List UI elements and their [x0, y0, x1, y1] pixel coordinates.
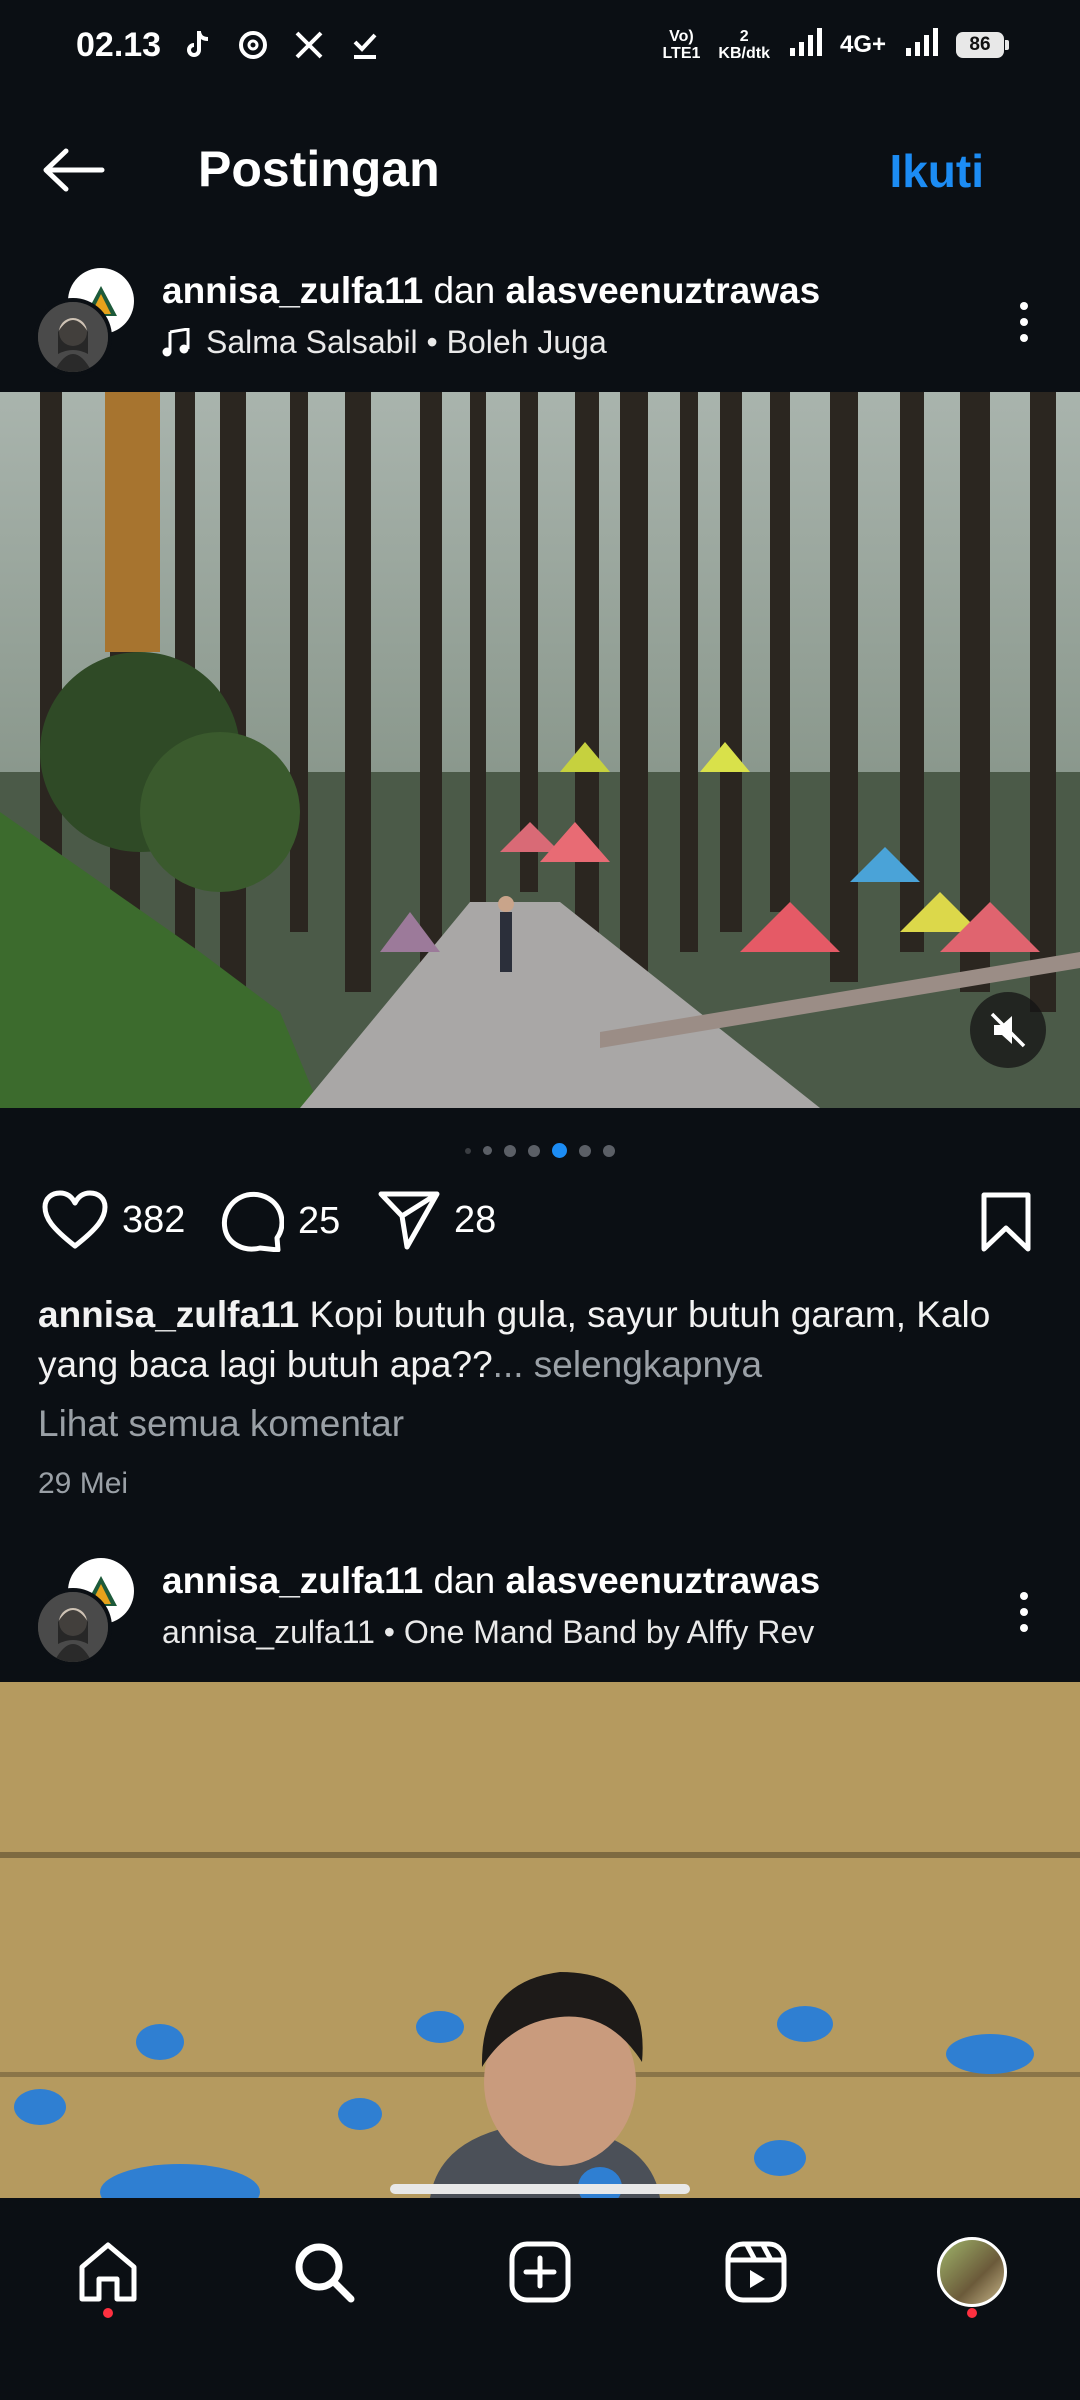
audio-label: annisa_zulfa11 • One Mand Band by Alffy …	[162, 1614, 815, 1650]
carousel-dot	[603, 1144, 615, 1157]
carousel-dot	[528, 1144, 540, 1157]
bookmark-icon	[981, 1192, 1031, 1252]
nav-profile[interactable]	[932, 2232, 1012, 2318]
nav-reels[interactable]	[716, 2232, 796, 2312]
comment-button[interactable]: 25	[220, 1190, 340, 1252]
x-icon	[292, 28, 326, 62]
battery-icon: 86	[956, 32, 1009, 58]
collab-avatars-2[interactable]	[34, 1558, 144, 1668]
carousel-dot	[483, 1146, 492, 1155]
profile-avatar	[937, 2237, 1007, 2307]
post-header-2: annisa_zulfa11 dan alasveenuztrawas anni…	[0, 1558, 1080, 1688]
status-notification-icons	[180, 28, 382, 62]
music-note-icon	[162, 327, 190, 356]
post-image-2[interactable]	[0, 1682, 1080, 2198]
comment-icon	[221, 1191, 284, 1252]
author-username[interactable]: annisa_zulfa11	[162, 1560, 423, 1601]
send-icon	[378, 1191, 440, 1250]
author-username[interactable]: annisa_zulfa11	[162, 270, 423, 311]
speaker-muted-icon	[990, 1012, 1026, 1048]
more-dot	[1020, 318, 1028, 326]
like-button[interactable]: 382	[42, 1190, 185, 1250]
more-dot	[1020, 1592, 1028, 1600]
volte-indicator: Vo) LTE1	[662, 28, 701, 62]
post-authors[interactable]: annisa_zulfa11 dan alasveenuztrawas	[162, 270, 820, 312]
home-icon	[79, 2242, 137, 2302]
network-type: 4G+	[839, 31, 886, 58]
carousel-dot	[579, 1144, 591, 1157]
back-button[interactable]	[42, 140, 112, 200]
mute-button[interactable]	[970, 992, 1046, 1068]
status-bar: 02.13 Vo) LTE1 2 KB/dtk 4G+ 86	[0, 0, 1080, 96]
share-button[interactable]: 28	[378, 1190, 496, 1250]
more-options-button-2[interactable]	[1004, 1582, 1044, 1642]
home-notification-dot	[103, 2308, 113, 2318]
caption-username[interactable]: annisa_zulfa11	[38, 1294, 299, 1335]
post-authors-2[interactable]: annisa_zulfa11 dan alasveenuztrawas	[162, 1560, 820, 1602]
profile-notification-dot	[967, 2308, 977, 2318]
author-joiner: dan	[433, 1560, 496, 1601]
threads-icon	[236, 28, 270, 62]
carousel-dot-active	[552, 1143, 567, 1158]
page-title: Postingan	[198, 141, 440, 197]
download-done-icon	[348, 28, 382, 62]
heart-icon	[42, 1190, 108, 1249]
more-dot	[1020, 334, 1028, 342]
carousel-indicator	[0, 1143, 1080, 1158]
signal-icon-2	[904, 28, 938, 62]
nav-search[interactable]	[284, 2232, 364, 2312]
app-header: Postingan Ikuti	[0, 110, 1080, 230]
like-count: 382	[122, 1198, 186, 1241]
collab-avatars[interactable]	[34, 268, 144, 378]
author-joiner: dan	[433, 270, 496, 311]
search-icon	[295, 2243, 355, 2303]
comment-count: 25	[298, 1199, 341, 1242]
carousel-dot	[465, 1147, 471, 1154]
reels-icon	[725, 2241, 787, 2303]
post-caption: annisa_zulfa11 Kopi butuh gula, sayur bu…	[38, 1290, 1038, 1390]
avatar-user	[34, 298, 112, 376]
create-icon	[509, 2241, 571, 2303]
more-dot	[1020, 1608, 1028, 1616]
post-header: annisa_zulfa11 dan alasveenuztrawas Salm…	[0, 268, 1080, 398]
follow-button[interactable]: Ikuti	[889, 144, 984, 198]
carousel-dot	[504, 1144, 516, 1157]
more-dot	[1020, 302, 1028, 310]
avatar-user	[34, 1588, 112, 1666]
status-system-icons: Vo) LTE1 2 KB/dtk 4G+ 86	[662, 28, 1009, 62]
nav-create[interactable]	[500, 2232, 580, 2312]
post-actions: 382 25 28	[0, 1190, 1080, 1270]
gesture-home-indicator[interactable]	[390, 2184, 690, 2194]
collaborator-username[interactable]: alasveenuztrawas	[505, 270, 820, 311]
tiktok-icon	[180, 28, 214, 62]
post-image[interactable]	[0, 392, 1080, 1108]
status-time: 02.13	[76, 26, 162, 64]
audio-attribution[interactable]: Salma Salsabil • Boleh Juga	[162, 324, 607, 361]
share-count: 28	[454, 1198, 497, 1241]
signal-icon	[788, 28, 822, 62]
audio-label: Salma Salsabil • Boleh Juga	[206, 324, 607, 360]
arrow-left-icon	[43, 148, 105, 192]
collaborator-username[interactable]: alasveenuztrawas	[505, 1560, 820, 1601]
data-speed: 2 KB/dtk	[718, 28, 770, 62]
more-options-button[interactable]	[1004, 292, 1044, 352]
save-button[interactable]	[980, 1192, 1032, 1257]
child-wall-photo	[0, 1682, 1080, 2198]
forest-campsite-photo	[0, 392, 1080, 1108]
bottom-navigation	[0, 2198, 1080, 2400]
caption-more-link[interactable]: ... selengkapnya	[493, 1344, 762, 1385]
view-all-comments-link[interactable]: Lihat semua komentar	[38, 1403, 404, 1445]
post-date: 29 Mei	[38, 1467, 129, 1500]
more-dot	[1020, 1624, 1028, 1632]
audio-attribution-2[interactable]: annisa_zulfa11 • One Mand Band by Alffy …	[162, 1614, 814, 1651]
nav-home[interactable]	[68, 2232, 148, 2318]
